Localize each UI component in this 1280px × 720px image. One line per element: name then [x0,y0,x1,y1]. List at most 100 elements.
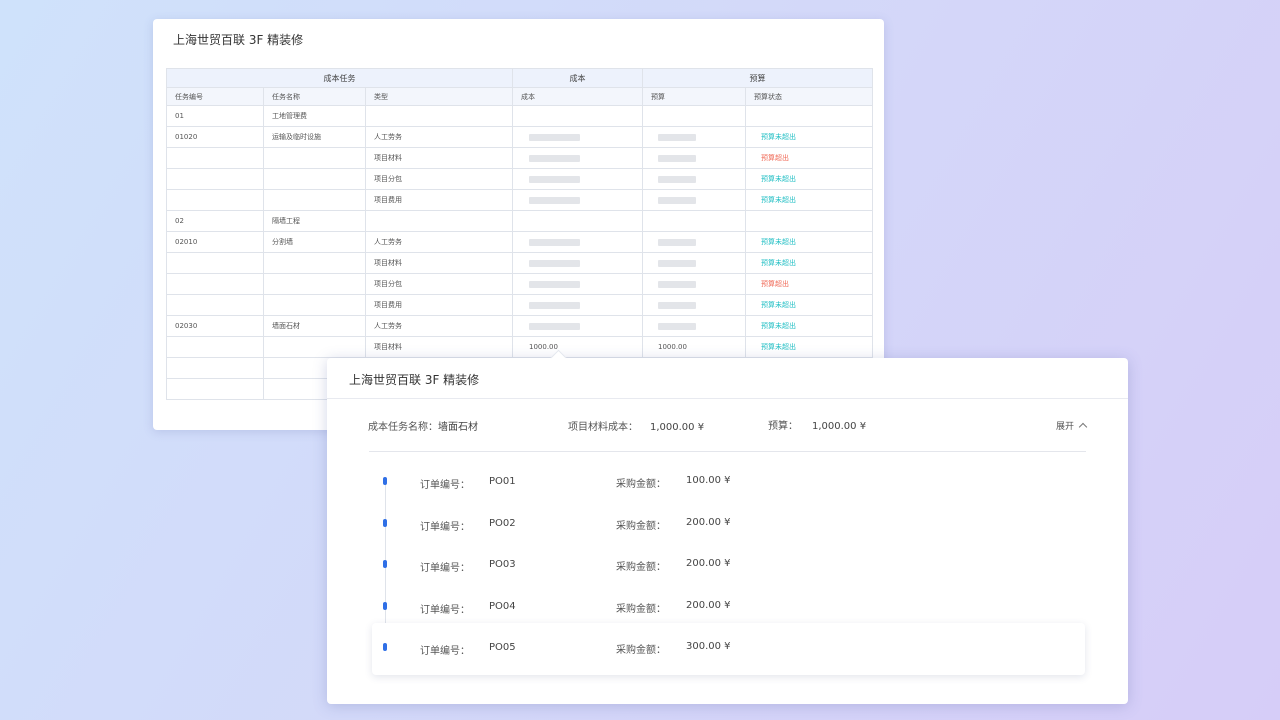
cell-task-name: 分割墙 [263,231,366,253]
budget-value-placeholder [658,259,697,267]
order-no-value: PO05 [489,642,516,653]
cell-cost [512,189,644,211]
table-row[interactable]: 项目材料 预算未超出 [166,252,874,274]
cell-task-name: 工地管理费 [263,105,366,127]
purchase-amount-value: 200.00 ¥ [686,600,731,611]
purchase-amount-value: 300.00 ¥ [686,641,731,652]
cell-type [364,105,514,127]
task-name-label: 成本任务名称： [368,422,438,433]
cell-task-code [166,189,264,211]
cell-budget-status [745,105,874,127]
timeline-dot-icon [383,477,387,485]
cost-value-placeholder [529,154,581,162]
cell-budget [642,126,747,148]
cell-type: 项目材料 [364,147,514,169]
cost-value-placeholder [529,196,581,204]
order-no-value: PO02 [489,518,516,529]
purchase-amount-label: 采购金额： [616,604,666,615]
cell-task-name: 隔墙工程 [263,210,366,232]
cell-task-name [263,168,366,190]
order-no-label: 订单编号： [420,605,470,616]
cell-task-code: 02 [166,210,264,232]
cell-budget [642,189,747,211]
budget-value-placeholder [658,238,697,246]
group-header-cost: 成本 [512,68,644,88]
purchase-amount-value: 100.00 ¥ [686,475,731,486]
timeline-dot-icon [383,643,387,651]
column-header-budget-status[interactable]: 预算状态 [745,87,874,106]
cell-cost [512,168,644,190]
column-header-task-name[interactable]: 任务名称 [263,87,366,106]
timeline-dot-icon [383,560,387,568]
cost-value-placeholder [529,175,581,183]
cell-type: 人工劳务 [364,315,514,337]
table-row[interactable]: 02 隔墙工程 [166,210,874,232]
table-row[interactable]: 项目材料 预算超出 [166,147,874,169]
order-item[interactable]: 订单编号： PO05 采购金额： 300.00 ¥ [372,623,1085,675]
budget-value-placeholder [658,280,697,288]
cell-type: 项目费用 [364,189,514,211]
cell-budget-status: 预算未超出 [745,294,874,316]
cell-budget [642,294,747,316]
group-header-budget: 预算 [642,68,874,88]
cell-budget [642,210,747,232]
order-no-value: PO03 [489,559,516,570]
table-row[interactable]: 项目分包 预算未超出 [166,168,874,190]
cell-type [364,210,514,232]
cell-budget-status: 预算未超出 [745,168,874,190]
purchase-amount-value: 200.00 ¥ [686,517,731,528]
cell-budget [642,252,747,274]
table-row[interactable]: 项目费用 预算未超出 [166,294,874,316]
budget-value-placeholder [658,322,697,330]
column-header-task-code[interactable]: 任务编号 [166,87,264,106]
cell-budget-status: 预算未超出 [745,231,874,253]
cell-type: 项目分包 [364,273,514,295]
table-row[interactable]: 项目分包 预算超出 [166,273,874,295]
chevron-up-icon [1078,422,1088,432]
table-row[interactable]: 02030 墙面石材 人工劳务 预算未超出 [166,315,874,337]
expand-toggle[interactable]: 展开 [1055,419,1088,432]
cell-task-code [166,273,264,295]
table-row[interactable]: 项目费用 预算未超出 [166,189,874,211]
cell-budget [642,147,747,169]
cell-task-name: 墙面石材 [263,315,366,337]
purchase-amount-label: 采购金额： [616,645,666,656]
cell-task-name: 运输及临时设施 [263,126,366,148]
cell-task-code [166,336,264,358]
cell-budget-status: 预算未超出 [745,315,874,337]
column-header-type[interactable]: 类型 [364,87,514,106]
order-detail-popover: 上海世贸百联 3F 精装修 成本任务名称：墙面石材 项目材料成本： 1,000.0… [327,349,1128,704]
cell-task-code: 02030 [166,315,264,337]
cell-budget-status: 预算未超出 [745,252,874,274]
cost-value-placeholder [529,280,581,288]
order-no-label: 订单编号： [420,522,470,533]
budget-value-placeholder [658,301,697,309]
cell-cost [512,231,644,253]
task-name-summary: 成本任务名称：墙面石材 [368,418,478,433]
material-cost-summary: 项目材料成本： 1,000.00 ¥ [568,418,704,433]
column-header-budget[interactable]: 预算 [642,87,747,106]
group-header-cost-task: 成本任务 [165,68,514,88]
cell-budget-status [745,210,874,232]
cell-budget [642,315,747,337]
cell-cost [512,315,644,337]
table-row[interactable]: 01020 运输及临时设施 人工劳务 预算未超出 [166,126,874,148]
budget-value-placeholder [658,154,697,162]
table-row[interactable]: 02010 分割墙 人工劳务 预算未超出 [166,231,874,253]
cell-task-code: 02010 [166,231,264,253]
cell-task-code [166,294,264,316]
cell-task-code [166,147,264,169]
column-header-cost[interactable]: 成本 [512,87,644,106]
detail-card-title: 上海世贸百联 3F 精装修 [349,373,480,387]
cell-budget: 1000.00 [642,336,747,358]
cell-cost [512,147,644,169]
cell-type: 项目材料 [364,252,514,274]
expand-label: 展开 [1055,422,1074,432]
cell-type: 项目费用 [364,294,514,316]
back-card-title: 上海世贸百联 3F 精装修 [173,33,304,47]
budget-value: 1,000.00 ¥ [812,421,867,432]
cell-budget-status: 预算超出 [745,147,874,169]
table-row[interactable]: 项目材料 1000.00 1000.00 预算未超出 [166,336,874,358]
cell-task-name [263,294,366,316]
table-row[interactable]: 01 工地管理费 [166,105,874,127]
